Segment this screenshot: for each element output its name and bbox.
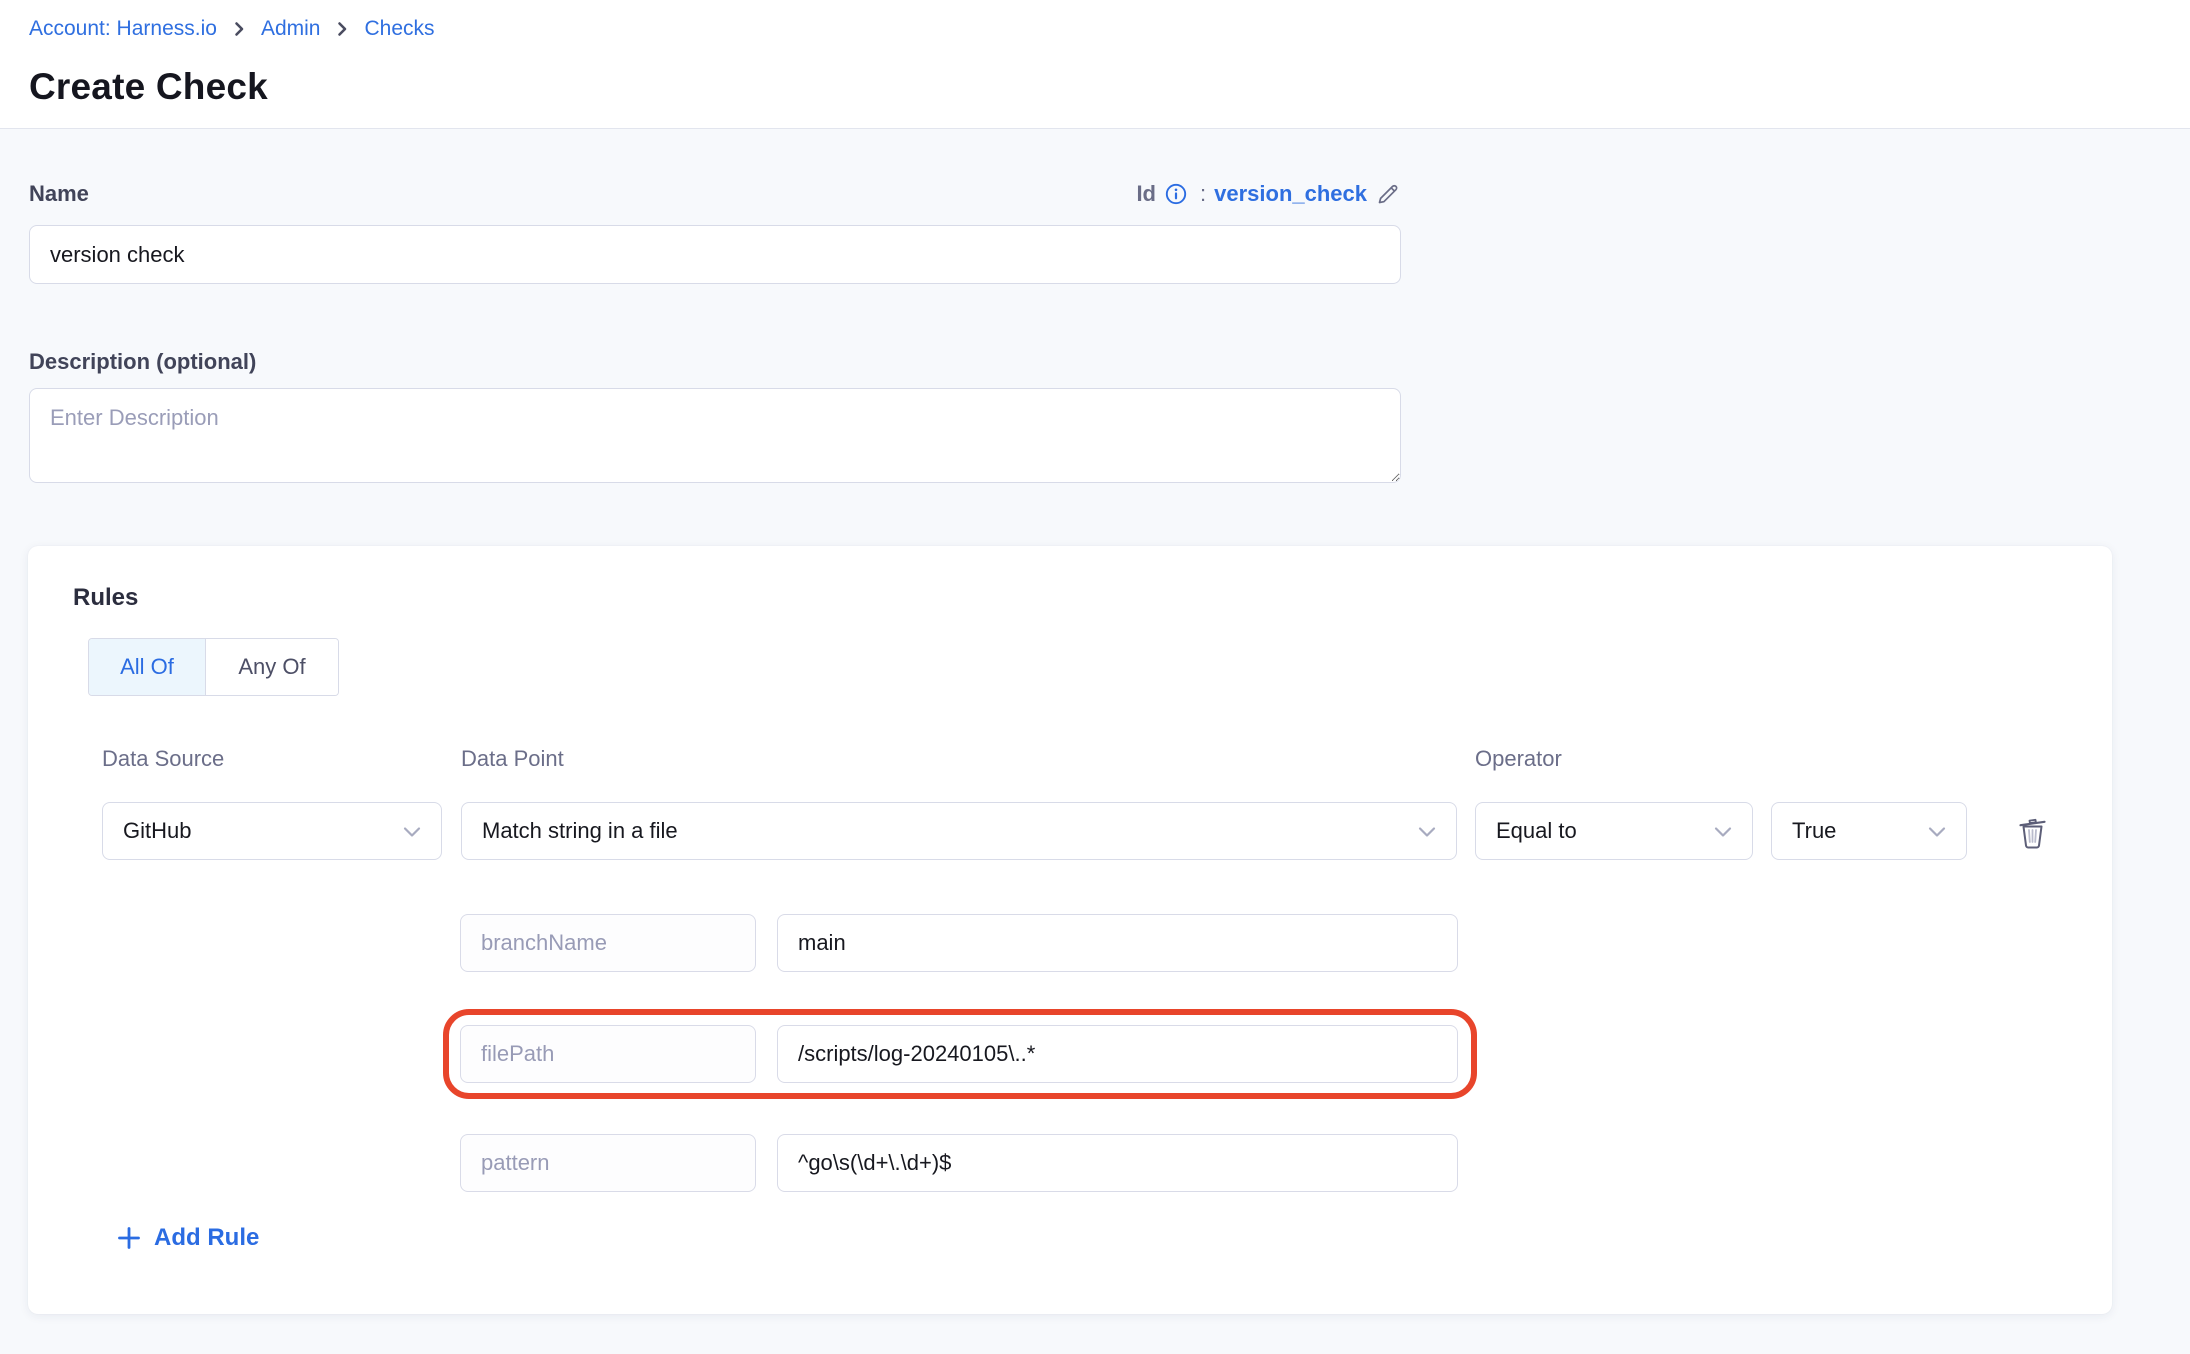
param-value-pattern[interactable] <box>777 1134 1458 1192</box>
data-point-value: Match string in a file <box>482 818 678 844</box>
add-rule-button[interactable]: Add Rule <box>116 1224 259 1252</box>
id-label: Id <box>1136 181 1156 207</box>
id-row: Id : version_check <box>1136 181 1401 207</box>
name-label: Name <box>29 181 89 207</box>
trash-icon[interactable] <box>2010 810 2054 854</box>
chevron-down-icon <box>1714 818 1732 844</box>
name-id-row: Name Id : version_check <box>29 176 1401 212</box>
name-input[interactable] <box>29 225 1401 284</box>
data-source-value: GitHub <box>123 818 191 844</box>
plus-icon <box>116 1225 142 1251</box>
operator-value: Equal to <box>1496 818 1577 844</box>
data-source-select[interactable]: GitHub <box>102 802 442 860</box>
chevron-down-icon <box>403 818 421 844</box>
rules-card: Rules All Of Any Of Data Source Data Poi… <box>28 546 2112 1314</box>
breadcrumb-link-account[interactable]: Account: Harness.io <box>29 14 217 44</box>
chevron-right-icon <box>230 20 248 38</box>
page-header: Account: Harness.io Admin Checks Create … <box>0 0 2190 129</box>
toggle-all-of[interactable]: All Of <box>89 639 205 695</box>
data-source-label: Data Source <box>102 746 224 772</box>
data-point-select[interactable]: Match string in a file <box>461 802 1457 860</box>
operator-value-select[interactable]: True <box>1771 802 1967 860</box>
edit-pencil-icon[interactable] <box>1375 181 1401 207</box>
rules-title: Rules <box>73 584 138 612</box>
description-label: Description (optional) <box>29 349 256 375</box>
chevron-down-icon <box>1418 818 1436 844</box>
id-separator: : <box>1200 181 1206 207</box>
rules-condition-toggle: All Of Any Of <box>88 638 339 696</box>
toggle-any-of[interactable]: Any Of <box>205 639 338 695</box>
chevron-right-icon <box>333 20 351 38</box>
page-title: Create Check <box>29 66 268 108</box>
param-value-filepath[interactable] <box>777 1025 1458 1083</box>
operator-label: Operator <box>1475 746 1562 772</box>
description-textarea[interactable] <box>29 388 1401 483</box>
breadcrumb-link-admin[interactable]: Admin <box>261 14 321 44</box>
chevron-down-icon <box>1928 818 1946 844</box>
data-point-label: Data Point <box>461 746 564 772</box>
param-key-pattern <box>460 1134 756 1192</box>
add-rule-label: Add Rule <box>154 1224 259 1252</box>
info-icon[interactable] <box>1164 182 1188 206</box>
breadcrumb: Account: Harness.io Admin Checks <box>29 14 435 44</box>
create-check-page: Account: Harness.io Admin Checks Create … <box>0 0 2190 1354</box>
check-id-link[interactable]: version_check <box>1214 181 1367 207</box>
param-value-branchname[interactable] <box>777 914 1458 972</box>
operator-value-selected: True <box>1792 818 1836 844</box>
param-key-filepath <box>460 1025 756 1083</box>
breadcrumb-link-checks[interactable]: Checks <box>364 14 434 44</box>
operator-select[interactable]: Equal to <box>1475 802 1753 860</box>
param-key-branchname <box>460 914 756 972</box>
